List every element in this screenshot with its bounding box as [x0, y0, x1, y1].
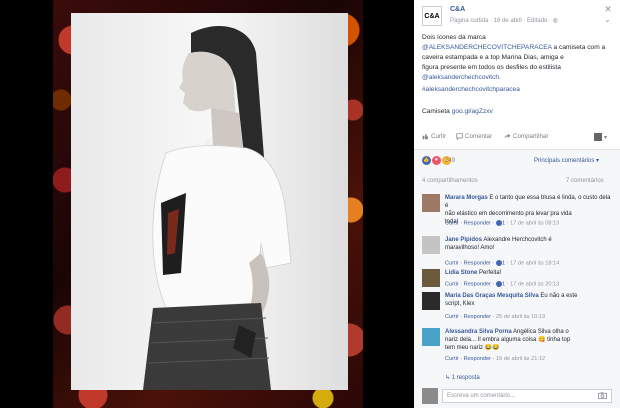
- chevron-down-icon[interactable]: ⌄: [604, 16, 614, 24]
- comment-body: Perfeita!: [477, 270, 502, 276]
- action-bar: Curtir Comentar Compartilhar ▾: [422, 133, 612, 145]
- camera-icon[interactable]: [598, 392, 607, 399]
- comment-count[interactable]: 7 comentários: [566, 178, 604, 184]
- avatar[interactable]: [422, 292, 440, 310]
- avatar[interactable]: [422, 328, 440, 346]
- comment-label: Comentar: [465, 133, 493, 140]
- comments-area: 4 compartilhamentos 7 comentários Marara…: [414, 172, 620, 408]
- comment-text: Jane Pipidos Alexandre Herchcovitch é mar…: [445, 236, 613, 252]
- commenter-name[interactable]: Alessandra Silva Porna: [445, 329, 512, 335]
- like-icon: [422, 133, 429, 140]
- comment-sort-dropdown[interactable]: Principais comentários ▾: [534, 157, 599, 164]
- close-icon[interactable]: ✕: [602, 3, 614, 15]
- comment-meta: Curtir · Responder · 16 de abril às 21:1…: [445, 356, 545, 362]
- caret-down-icon: ▾: [604, 133, 608, 141]
- post-text-line: Camiseta goo.gl/agZzxv: [422, 108, 493, 115]
- comment-actions[interactable]: Curtir · Responder ·: [445, 260, 496, 266]
- comment-time[interactable]: · 17 de abril às 08:13: [505, 220, 560, 226]
- post-text-line: Dois ícones da marca: [422, 34, 486, 41]
- comment-body: tem meu nariz 😂😂: [445, 345, 500, 351]
- page-avatar[interactable]: C&A: [422, 6, 442, 26]
- comment-meta: Curtir · Responder · 1 · 17 de abril às …: [445, 260, 559, 266]
- commenter-name[interactable]: Marara Morgas: [445, 195, 488, 201]
- post-panel: C&A C&A Página curtida · 16 de abril · E…: [414, 0, 620, 408]
- comment-body: Alexandre Herchcovitch é: [482, 237, 552, 243]
- comment-body: Angélica Silva olha o: [511, 329, 569, 335]
- comment-meta: Curtir · Responder · 25 de abril às 10:1…: [445, 314, 545, 320]
- comment-body: maravilhoso! Amo!: [445, 245, 495, 251]
- share-button[interactable]: Compartilhar: [504, 133, 548, 140]
- avatar: [594, 133, 602, 141]
- comment-actions[interactable]: Curtir · Responder ·: [445, 281, 496, 287]
- comment-time[interactable]: 25 de abril às 10:19: [496, 314, 545, 320]
- comment-body: não elástico em decorrimento pra levar p…: [445, 211, 572, 217]
- post-text-span: Camiseta: [422, 108, 452, 115]
- comment-icon: [456, 133, 463, 140]
- post-meta: Página curtida · 16 de abril · Editado ·…: [450, 17, 558, 24]
- comment-text: Maria Das Graças Mesquita Silva Eu não a…: [445, 292, 613, 308]
- commenter-name[interactable]: Maria Das Graças Mesquita Silva: [445, 293, 539, 299]
- comment-input[interactable]: Escreva um comentário...: [442, 389, 612, 403]
- mention-link[interactable]: @aleksanderchechcovitch.: [422, 74, 501, 81]
- like-button[interactable]: Curtir: [422, 133, 446, 140]
- avatar[interactable]: [422, 269, 440, 287]
- comment-body: Eu não a este: [538, 293, 578, 299]
- comment-time[interactable]: · 17 de abril às 20:13: [505, 281, 560, 287]
- comment-time[interactable]: 16 de abril às 21:12: [496, 356, 545, 362]
- share-count[interactable]: 4 compartilhamentos: [422, 178, 478, 184]
- profile-selector[interactable]: ▾: [594, 133, 607, 141]
- love-reaction-icon: ♥: [432, 156, 441, 165]
- like-reaction-icon: 👍: [422, 156, 431, 165]
- avatar: [422, 388, 438, 404]
- woman-silhouette: [143, 25, 292, 390]
- reaction-row: 👍 ♥ ☺ 249 Principais comentários ▾: [414, 150, 620, 172]
- share-label: Compartilhar: [513, 133, 549, 140]
- mention-link[interactable]: @ALEKSANDERCHECOVITCHEPARACEA: [422, 44, 552, 51]
- write-comment-row: Escreva um comentário...: [414, 385, 620, 408]
- page-name[interactable]: C&A: [450, 6, 465, 13]
- view-replies-link[interactable]: ↳ 1 resposta: [445, 374, 480, 381]
- comment-actions[interactable]: Curtir · Responder ·: [445, 220, 496, 226]
- comment-meta: Curtir · Responder · 1 · 17 de abril às …: [445, 220, 559, 226]
- comment-text: Alessandra Silva Porna Angélica Silva ol…: [445, 328, 613, 352]
- photo-viewer: [0, 0, 414, 408]
- comment-meta: Curtir · Responder · 1 · 17 de abril às …: [445, 281, 559, 287]
- comment-body: script, Klex: [445, 301, 475, 307]
- url-link[interactable]: goo.gl/agZzxv: [452, 108, 493, 115]
- commenter-name[interactable]: Jane Pipidos: [445, 237, 482, 243]
- avatar[interactable]: [422, 236, 440, 254]
- share-icon: [504, 133, 511, 139]
- hashtag-link[interactable]: #aleksanderchechcovitchparacea: [422, 86, 520, 93]
- comment-time[interactable]: · 17 de abril às 18:14: [505, 260, 560, 266]
- post-meta-text: Página curtida · 16 de abril · Editado ·: [450, 18, 553, 24]
- post-text-line: caveira estampada e a top Marina Dias, a…: [422, 54, 564, 61]
- comment-body: nariz dela... Il embra alguma coisa 😋 ti…: [445, 337, 571, 343]
- post-photo[interactable]: [53, 0, 363, 408]
- comment-actions[interactable]: Curtir · Responder ·: [445, 356, 496, 362]
- post-text-line: figura presente em todos os desfiles do …: [422, 64, 561, 71]
- globe-icon: ◍: [552, 18, 558, 24]
- comment-actions[interactable]: Curtir · Responder ·: [445, 314, 496, 320]
- post-text-line: @ALEKSANDERCHECOVITCHEPARACEA a camiseta…: [422, 44, 605, 51]
- post-text-span: a camiseta com a: [551, 44, 606, 51]
- photo-portrait: [71, 13, 348, 390]
- reaction-count[interactable]: 249: [445, 158, 455, 164]
- avatar[interactable]: [422, 194, 440, 212]
- like-label: Curtir: [431, 133, 447, 140]
- comment-button[interactable]: Comentar: [456, 133, 492, 140]
- commenter-name[interactable]: Lidia Stone: [445, 270, 477, 276]
